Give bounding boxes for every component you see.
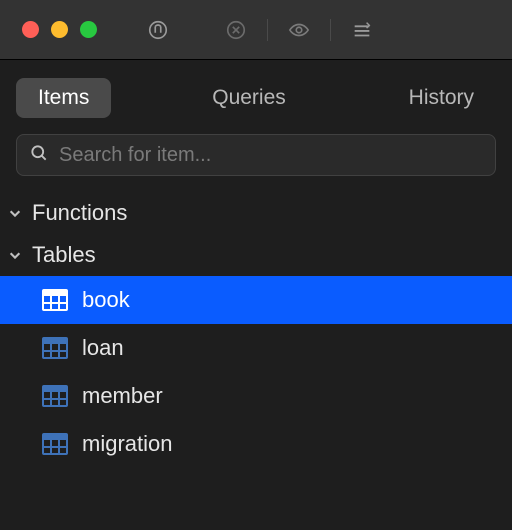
table-icon xyxy=(42,289,68,311)
search-icon xyxy=(29,143,49,168)
search-input[interactable] xyxy=(59,144,483,167)
cancel-icon[interactable] xyxy=(219,13,253,47)
table-item[interactable]: book xyxy=(0,276,512,324)
maximize-window-button[interactable] xyxy=(80,21,97,38)
chevron-down-icon xyxy=(6,248,24,262)
minimize-window-button[interactable] xyxy=(51,21,68,38)
table-icon xyxy=(42,337,68,359)
connection-icon[interactable] xyxy=(141,13,175,47)
table-item[interactable]: migration xyxy=(0,420,512,468)
chevron-down-icon xyxy=(6,206,24,220)
table-item[interactable]: member xyxy=(0,372,512,420)
group-label: Tables xyxy=(32,242,96,268)
toolbar-divider xyxy=(330,19,331,41)
group-tables[interactable]: Tables xyxy=(0,234,512,276)
table-icon xyxy=(42,433,68,455)
table-item-label: member xyxy=(82,383,163,409)
tables-list: book loan member xyxy=(0,276,512,468)
titlebar xyxy=(0,0,512,60)
window-controls xyxy=(22,21,97,38)
visibility-icon[interactable] xyxy=(282,13,316,47)
close-window-button[interactable] xyxy=(22,21,39,38)
tab-queries[interactable]: Queries xyxy=(190,78,308,118)
table-item-label: loan xyxy=(82,335,124,361)
table-icon xyxy=(42,385,68,407)
search-field[interactable] xyxy=(16,134,496,176)
table-item[interactable]: loan xyxy=(0,324,512,372)
group-functions[interactable]: Functions xyxy=(0,192,512,234)
toolbar-divider xyxy=(267,19,268,41)
settings-lines-icon[interactable] xyxy=(345,13,379,47)
tab-history[interactable]: History xyxy=(387,78,496,118)
sidebar-tabs: Items Queries History xyxy=(0,60,512,130)
table-item-label: book xyxy=(82,287,130,313)
table-item-label: migration xyxy=(82,431,172,457)
items-tree: Functions Tables book xyxy=(0,188,512,468)
tab-items[interactable]: Items xyxy=(16,78,111,118)
group-label: Functions xyxy=(32,200,127,226)
